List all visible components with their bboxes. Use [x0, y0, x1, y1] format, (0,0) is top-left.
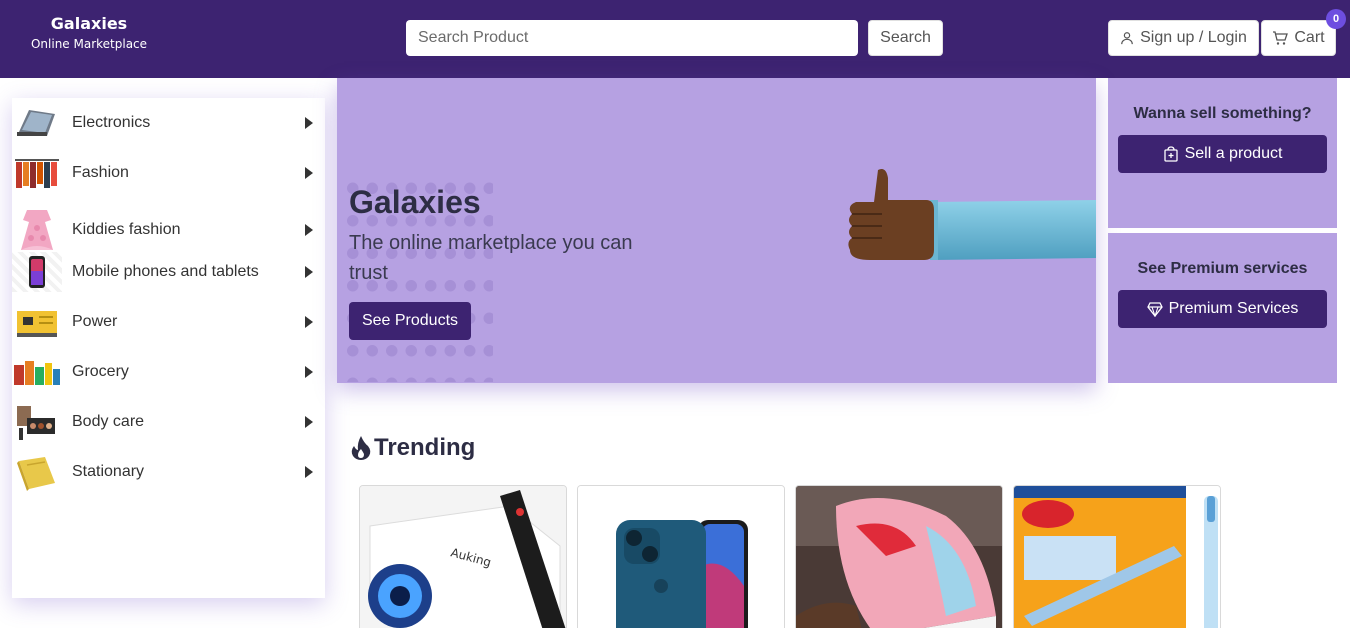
brand-tagline: Online Marketplace [30, 37, 148, 51]
trending-heading: Trending [350, 434, 475, 462]
baby-dress-icon [12, 210, 62, 250]
trending-title: Trending [374, 434, 476, 461]
premium-promo-title: See Premium services [1137, 260, 1308, 277]
category-label: Grocery [72, 363, 129, 380]
projector-icon: Auking [360, 486, 566, 628]
category-item-electronics[interactable]: Electronics [12, 98, 325, 148]
thumbs-up-icon [848, 169, 1096, 260]
sell-promo-panel: Wanna sell something? Sell a product [1108, 78, 1337, 228]
premium-promo-panel: See Premium services Premium Services [1108, 233, 1337, 383]
iphone-icon [578, 486, 784, 628]
caret-right-icon [305, 466, 313, 478]
category-item-stationary[interactable]: Stationary [12, 447, 325, 497]
phone-icon [12, 252, 62, 292]
search-button-label: Search [880, 29, 931, 46]
fire-icon [351, 436, 371, 460]
category-item-mobile-phones[interactable]: Mobile phones and tablets [12, 247, 325, 297]
brand-logo[interactable]: Galaxies Online Marketplace [24, 14, 154, 54]
caret-right-icon [305, 316, 313, 328]
hero-subtitle: The online marketplace you can trust [349, 232, 633, 284]
clothes-rack-icon [12, 153, 62, 193]
cart-count-badge: 0 [1326, 9, 1346, 29]
product-card[interactable] [1013, 485, 1221, 628]
tablet-icon [12, 103, 62, 143]
caret-right-icon [305, 366, 313, 378]
login-label: Sign up / Login [1140, 29, 1247, 46]
pen-box-icon [1014, 486, 1220, 628]
caret-right-icon [305, 416, 313, 428]
diamond-icon [1146, 302, 1163, 317]
cart-label: Cart [1294, 29, 1325, 46]
login-button[interactable]: Sign up / Login [1108, 20, 1259, 56]
cart-icon [1273, 31, 1289, 45]
see-products-button[interactable]: See Products [349, 302, 471, 340]
category-item-fashion[interactable]: Fashion [12, 148, 325, 198]
product-card[interactable] [795, 485, 1003, 628]
premium-services-button[interactable]: Premium Services [1118, 290, 1327, 328]
category-label: Fashion [72, 164, 129, 181]
sell-product-label: Sell a product [1184, 145, 1283, 162]
brand-name: Galaxies [50, 14, 128, 33]
product-card[interactable] [577, 485, 785, 628]
category-sidebar: Electronics Fashion Kiddies fashion Mobi… [12, 98, 325, 598]
category-item-power[interactable]: Power [12, 297, 325, 347]
caret-right-icon [305, 224, 313, 236]
category-label: Stationary [72, 463, 145, 480]
sell-product-button[interactable]: Sell a product [1118, 135, 1327, 173]
product-card[interactable]: Auking [359, 485, 567, 628]
category-label: Electronics [72, 114, 151, 131]
grocery-icon [12, 352, 62, 392]
cosmetics-icon [12, 402, 62, 442]
category-item-body-care[interactable]: Body care [12, 397, 325, 447]
caret-right-icon [305, 266, 313, 278]
cart-button[interactable]: Cart [1261, 20, 1336, 56]
category-label: Mobile phones and tablets [72, 263, 259, 280]
book-icon [12, 452, 62, 492]
sell-promo-title: Wanna sell something? [1133, 105, 1312, 122]
search-button[interactable]: Search [868, 20, 943, 56]
category-item-grocery[interactable]: Grocery [12, 347, 325, 397]
see-products-label: See Products [361, 312, 459, 329]
sneaker-icon [796, 486, 1002, 628]
user-icon [1121, 32, 1133, 45]
hero-banner: Galaxies The online marketplace you can … [337, 78, 1096, 383]
category-label: Power [72, 313, 118, 330]
premium-services-label: Premium Services [1168, 300, 1299, 317]
category-label: Kiddies fashion [72, 221, 181, 238]
hero-title: Galaxies [349, 184, 481, 220]
add-bag-icon [1163, 146, 1178, 162]
caret-right-icon [305, 167, 313, 179]
generator-icon [12, 302, 62, 342]
caret-right-icon [305, 117, 313, 129]
search-input[interactable] [406, 20, 858, 56]
category-label: Body care [72, 413, 145, 430]
